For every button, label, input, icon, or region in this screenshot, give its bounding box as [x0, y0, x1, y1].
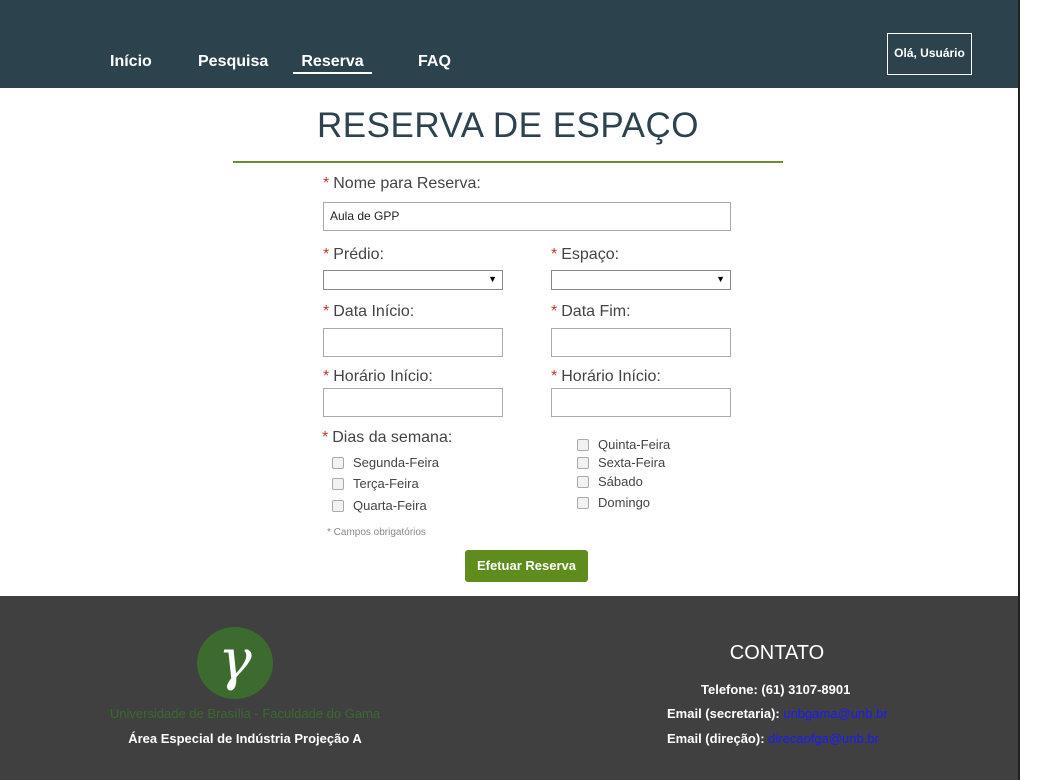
- checkbox-box[interactable]: [577, 456, 589, 469]
- university-address: Área Especial de Indústria Projeção A: [128, 731, 362, 746]
- required-mark: *: [323, 175, 330, 192]
- checkbox-box[interactable]: [332, 499, 344, 512]
- end-time-input[interactable]: [551, 388, 731, 417]
- required-mark: *: [323, 246, 330, 263]
- page-title: RESERVA DE ESPAÇO: [317, 106, 699, 145]
- chevron-down-icon: ▼: [716, 274, 725, 284]
- title-divider: [233, 161, 783, 163]
- checkbox-box[interactable]: [577, 496, 589, 509]
- checkbox-label: Terça-Feira: [353, 476, 419, 491]
- required-mark: *: [322, 429, 329, 446]
- checkbox-box[interactable]: [577, 438, 589, 451]
- end-date-label: * Data Fim:: [551, 303, 631, 321]
- end-time-label: * Horário Início:: [551, 368, 661, 386]
- gamma-logo-icon: γ: [218, 628, 252, 693]
- checkbox-sexta[interactable]: Sexta-Feira: [577, 455, 665, 470]
- email-direction-link[interactable]: direcaofga@unb.br: [768, 731, 879, 746]
- checkbox-box[interactable]: [332, 477, 344, 490]
- space-select[interactable]: ▼: [551, 270, 731, 290]
- checkbox-quinta[interactable]: Quinta-Feira: [577, 437, 670, 452]
- contact-phone: Telefone: (61) 3107-8901: [701, 682, 851, 697]
- required-mark: *: [551, 303, 558, 320]
- start-date-input[interactable]: [323, 328, 503, 357]
- page-border: [1018, 0, 1020, 780]
- checkbox-box[interactable]: [577, 475, 589, 488]
- checkbox-label: Sexta-Feira: [598, 455, 666, 470]
- email-direction-label: Email (direção):: [667, 731, 765, 746]
- weekdays-label-text: Dias da semana:: [332, 429, 453, 446]
- checkbox-terca[interactable]: Terça-Feira: [332, 476, 419, 491]
- required-mark: *: [551, 246, 558, 263]
- start-time-input[interactable]: [323, 388, 503, 417]
- checkbox-label: Quarta-Feira: [353, 498, 427, 513]
- start-date-label-text: Data Início:: [333, 303, 415, 320]
- contact-email-direction: Email (direção): direcaofga@unb.br: [667, 731, 879, 746]
- end-date-label-text: Data Fim:: [561, 303, 631, 320]
- checkbox-label: Quinta-Feira: [598, 437, 671, 452]
- email-secretary-label: Email (secretaria):: [667, 706, 780, 721]
- end-date-input[interactable]: [551, 328, 731, 357]
- checkbox-segunda[interactable]: Segunda-Feira: [332, 455, 439, 470]
- checkbox-label: Sábado: [598, 474, 643, 489]
- required-fields-note: * Campos obrigatórios: [327, 527, 426, 538]
- contact-title: CONTATO: [729, 642, 825, 664]
- email-secretary-link[interactable]: unbgama@unb.br: [783, 706, 887, 721]
- start-time-label: * Horário Início:: [323, 368, 433, 386]
- page: Início Pesquisa Reserva FAQ Olá, Usuário…: [0, 0, 1018, 780]
- reservation-name-input[interactable]: Aula de GPP: [323, 202, 731, 231]
- submit-reservation-button[interactable]: Efetuar Reserva: [465, 550, 588, 582]
- end-time-label-text: Horário Início:: [561, 368, 661, 385]
- nav-faq[interactable]: FAQ: [418, 52, 451, 74]
- space-label: * Espaço:: [551, 246, 619, 264]
- building-select[interactable]: ▼: [323, 270, 503, 290]
- weekdays-label: * Dias da semana:: [322, 429, 452, 447]
- start-time-label-text: Horário Início:: [333, 368, 433, 385]
- checkbox-label: Domingo: [598, 495, 651, 510]
- required-mark: *: [323, 303, 330, 320]
- nav-pesquisa[interactable]: Pesquisa: [198, 52, 268, 74]
- checkbox-sabado[interactable]: Sábado: [577, 474, 643, 489]
- space-label-text: Espaço:: [561, 246, 620, 263]
- name-label: * Nome para Reserva:: [323, 175, 481, 193]
- name-label-text: Nome para Reserva:: [333, 175, 481, 192]
- university-logo: γ: [197, 627, 273, 699]
- checkbox-domingo[interactable]: Domingo: [577, 495, 650, 510]
- footer: [0, 596, 1018, 780]
- svg-text:γ: γ: [218, 628, 252, 693]
- required-mark: *: [323, 368, 330, 385]
- contact-email-secretary: Email (secretaria): unbgama@unb.br: [667, 706, 888, 721]
- building-label-text: Prédio:: [333, 246, 384, 263]
- chevron-down-icon: ▼: [488, 274, 497, 284]
- nav-inicio[interactable]: Início: [110, 52, 152, 74]
- top-navbar: Início Pesquisa Reserva FAQ Olá, Usuário: [0, 0, 1018, 88]
- building-label: * Prédio:: [323, 246, 384, 264]
- nav-reserva[interactable]: Reserva: [293, 52, 372, 74]
- required-mark: *: [551, 368, 558, 385]
- checkbox-label: Segunda-Feira: [353, 455, 439, 470]
- start-date-label: * Data Início:: [323, 303, 414, 321]
- university-name: Universidade de Brasília - Faculdade do …: [109, 706, 381, 721]
- user-menu-button[interactable]: Olá, Usuário: [887, 33, 972, 75]
- checkbox-quarta[interactable]: Quarta-Feira: [332, 498, 427, 513]
- checkbox-box[interactable]: [332, 456, 344, 469]
